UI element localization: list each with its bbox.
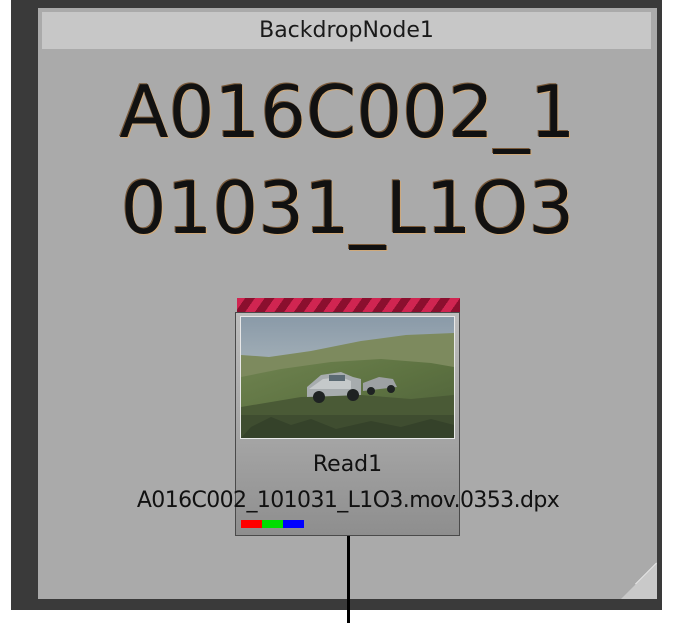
node-error-stripe <box>237 298 460 312</box>
backdrop-label-line-1: A016C002_1 <box>119 70 576 154</box>
backdrop-label: A016C002_1 01031_L1O3 <box>38 64 657 256</box>
node-thumbnail-frame <box>240 316 455 439</box>
backdrop-resize-handle[interactable] <box>621 563 657 599</box>
channel-blue <box>283 520 304 528</box>
channel-green <box>262 520 283 528</box>
channel-red <box>241 520 262 528</box>
backdrop-title: BackdropNode1 <box>42 12 651 49</box>
node-file-label: A016C002_101031_L1O3.mov.0353.dpx <box>136 488 560 513</box>
thumbnail-image <box>241 317 454 438</box>
output-pipe[interactable] <box>347 536 350 623</box>
backdrop-label-line-2: 01031_L1O3 <box>120 166 575 250</box>
node-name: Read1 <box>312 452 383 477</box>
channel-indicator <box>241 520 304 528</box>
node-thumbnail <box>241 317 454 438</box>
